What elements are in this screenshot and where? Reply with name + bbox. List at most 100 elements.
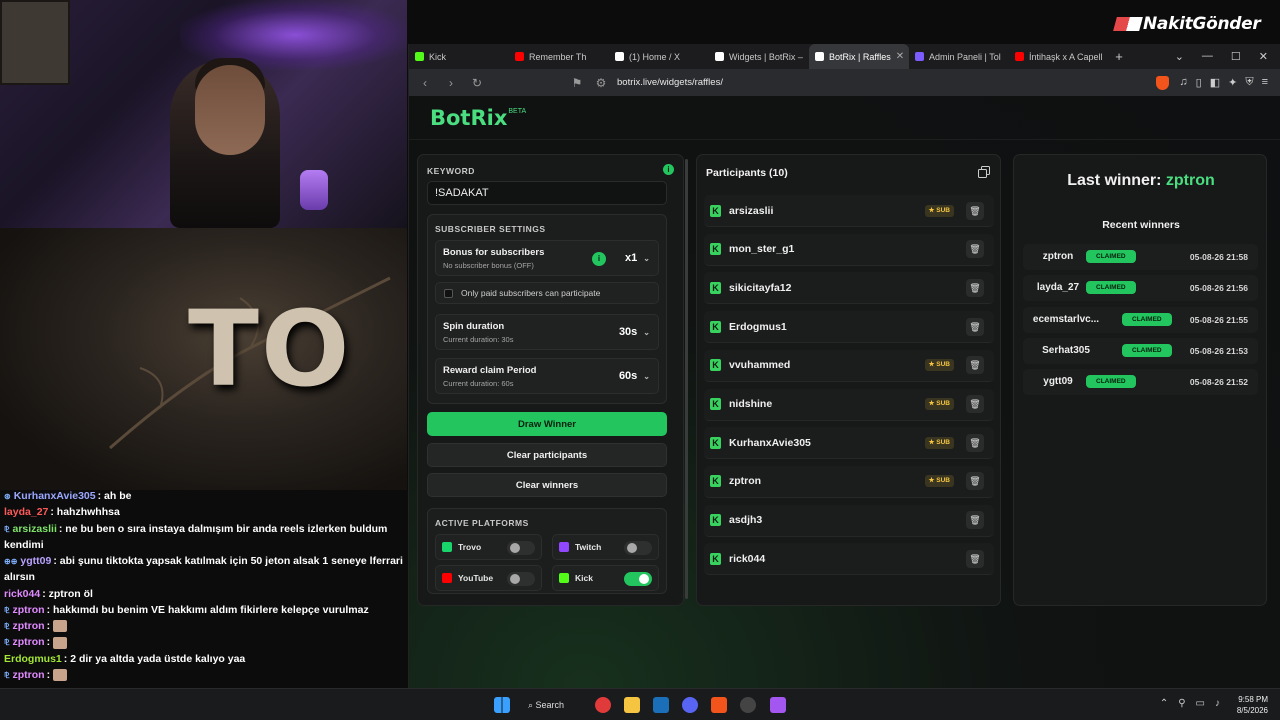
settings-scrollbar[interactable] [685, 159, 688, 599]
chat-username[interactable]: ygtt09 [20, 555, 51, 567]
media-icon[interactable]: ♫ [1179, 76, 1187, 89]
trash-icon[interactable]: 🗑 [966, 317, 984, 336]
minimize-button[interactable]: — [1202, 50, 1213, 63]
obs-icon[interactable] [740, 697, 756, 713]
windows-start-icon[interactable] [494, 697, 510, 713]
back-icon[interactable]: ‹ [417, 76, 433, 90]
claim-period-select[interactable]: 60s ⌄ [619, 370, 650, 382]
browser-window: Kick Remember Th (1) Home / X Widgets | Bot… [408, 44, 1280, 688]
spin-duration-row: Spin duration Current duration: 30s 30s ⌄ [435, 314, 659, 350]
trash-icon[interactable]: 🗑 [966, 278, 984, 297]
copy-icon[interactable] [978, 166, 990, 178]
maximize-button[interactable]: ☐ [1231, 50, 1241, 63]
taskbar-clock[interactable]: 9:58 PM 8/5/2026 [1237, 694, 1268, 716]
tab-label: Widgets | BotRix – [729, 51, 803, 62]
chat-username[interactable]: zptron [13, 669, 45, 681]
vpn-icon[interactable]: ⛨ [1245, 76, 1253, 89]
participant-row: Karsizaslii ★ SUB 🗑 [704, 195, 994, 227]
platform-toggle[interactable] [507, 572, 535, 586]
url-input[interactable]: botrix.live/widgets/raffles/ [617, 77, 723, 88]
taskbar-search[interactable]: ⌕ Search [528, 695, 576, 715]
clear-winners-button[interactable]: Clear winners [427, 473, 667, 497]
app-icon-purple[interactable] [770, 697, 786, 713]
kick-icon: K [710, 436, 721, 449]
chat-username[interactable]: Erdogmus1 [4, 653, 62, 665]
site-info-icon[interactable]: ⚙ [593, 76, 609, 90]
browser-tab[interactable]: Remember Th [509, 44, 609, 69]
participant-name: rick044 [729, 552, 766, 565]
browser-tab[interactable]: BotRix | Raffles ✕ [809, 44, 909, 69]
discord-icon[interactable] [682, 697, 698, 713]
chat-message: ⅊ arsizaslii: ne bu ben o sıra instaya da… [4, 522, 388, 551]
sidebar-icon[interactable]: ▯ [1196, 76, 1202, 89]
platform-twitch: Twitch [552, 534, 659, 560]
bookmark-icon[interactable]: ⚑ [569, 76, 585, 90]
microphone-icon[interactable]: ⚲ [1178, 698, 1185, 709]
chat-username[interactable]: zptron [13, 604, 45, 616]
chat-message: layda_27: hahzhwhhsa [4, 506, 120, 519]
draw-winner-button[interactable]: Draw Winner [427, 412, 667, 436]
steam-icon[interactable] [653, 697, 669, 713]
chat-username[interactable]: zptron [13, 620, 45, 632]
chat-username[interactable]: rick044 [4, 588, 40, 600]
close-window-button[interactable]: ✕ [1259, 50, 1268, 63]
recent-winners-title: Recent winners [1102, 219, 1180, 231]
volume-icon[interactable]: ♪ [1215, 698, 1220, 709]
kick-icon: K [710, 514, 721, 527]
browser-tab[interactable]: (1) Home / X [609, 44, 709, 69]
chat-text: ah be [104, 490, 132, 502]
trash-icon[interactable]: 🗑 [966, 395, 984, 413]
network-icon[interactable]: ▭ [1196, 698, 1205, 709]
platform-toggle[interactable] [624, 541, 652, 555]
reload-icon[interactable]: ↻ [469, 76, 485, 90]
winner-date: 05-08-26 21:53 [1189, 345, 1248, 356]
browser-tab[interactable]: Admin Paneli | Tol [909, 44, 1009, 69]
menu-icon[interactable]: ≡ [1262, 76, 1268, 89]
trash-icon[interactable]: 🗑 [966, 472, 984, 491]
platform-label: Kick [575, 573, 593, 583]
paid-only-checkbox[interactable] [444, 289, 453, 299]
chat-username[interactable]: layda_27 [4, 506, 48, 518]
subscriber-settings-box: SUBSCRIBER SETTINGS Bonus for subscriber… [427, 214, 667, 404]
chat-badge-icon: ⅊ [4, 605, 10, 615]
paid-only-row[interactable]: Only paid subscribers can participate [435, 282, 659, 304]
tab-label: BotRix | Raffles [829, 51, 891, 62]
brave-taskbar-icon[interactable] [711, 697, 727, 713]
tab-list-chevron-icon[interactable]: ⌄ [1175, 50, 1184, 63]
bonus-select[interactable]: x1 ⌄ [625, 252, 650, 264]
browser-tab[interactable]: Kick [409, 44, 509, 69]
participant-row: K Erdogmus1 🗑 [704, 311, 994, 344]
forward-icon[interactable]: › [443, 76, 459, 90]
brave-shields-icon[interactable] [1156, 75, 1170, 90]
wallet-icon[interactable]: ◧ [1210, 76, 1220, 89]
browser-tab[interactable]: Widgets | BotRix – [709, 44, 809, 69]
file-explorer-icon[interactable] [624, 697, 640, 713]
trash-icon[interactable]: 🗑 [966, 549, 984, 568]
trash-icon[interactable]: 🗑 [966, 240, 984, 259]
chat-username[interactable]: KurhanxAvie305 [14, 490, 96, 502]
keyword-input[interactable]: !SADAKAT [427, 181, 667, 205]
participant-name: asdjh3 [729, 514, 763, 527]
chat-text: zptron öl [48, 587, 93, 600]
browser-tab[interactable]: İntihaşk x A Capell [1009, 44, 1109, 69]
trash-icon[interactable]: 🗑 [966, 356, 984, 375]
clear-participants-button[interactable]: Clear participants [427, 443, 667, 467]
platform-toggle[interactable] [624, 572, 652, 586]
platform-toggle[interactable] [507, 541, 535, 555]
info-icon[interactable]: i [663, 164, 674, 175]
new-tab-button[interactable]: + [1109, 49, 1129, 64]
chat-username[interactable]: zptron [13, 636, 45, 648]
trash-icon[interactable]: 🗑 [966, 511, 984, 530]
chat-text: hahzhwhhsa [56, 506, 120, 519]
trash-icon[interactable]: 🗑 [966, 433, 984, 452]
chat-username[interactable]: arsizaslii [13, 523, 57, 535]
spin-duration-select[interactable]: 30s ⌄ [619, 326, 650, 338]
close-tab-icon[interactable]: ✕ [896, 51, 904, 62]
app-icon-red[interactable] [595, 697, 611, 713]
bonus-info-icon[interactable]: i [592, 252, 606, 266]
chevron-up-icon[interactable]: ⌃ [1160, 698, 1168, 709]
last-winner-heading: Last winner: zptron [1067, 172, 1215, 189]
leo-icon[interactable]: ✦ [1228, 76, 1237, 89]
botrix-logo[interactable]: BotRix [430, 106, 507, 130]
trash-icon[interactable]: 🗑 [966, 201, 984, 220]
